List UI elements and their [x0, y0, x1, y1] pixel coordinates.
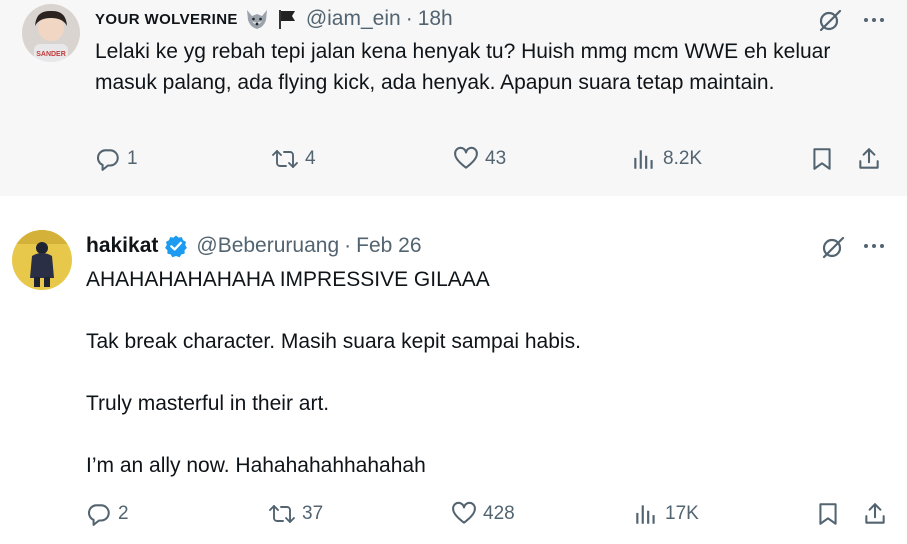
- repost-icon: [272, 150, 298, 168]
- repost-button[interactable]: 37: [268, 501, 323, 527]
- reply-icon: [96, 149, 119, 171]
- repost-count: 37: [302, 503, 324, 524]
- svg-text:SANDER: SANDER: [36, 51, 66, 58]
- views-icon: [634, 150, 653, 169]
- bookmark-icon: [819, 503, 837, 525]
- tweet-paragraph: Truly masterful in their art.: [86, 392, 330, 415]
- tweet-header: YOUR WOLVERINE @iam_ein · 18h: [95, 5, 453, 33]
- views-button[interactable]: 8.2K: [631, 146, 702, 172]
- repost-icon: [269, 505, 295, 523]
- tweet-paragraph: AHAHAHAHAHAHA IMPRESSIVE GILAAA: [86, 268, 490, 291]
- like-button[interactable]: 428: [451, 501, 515, 527]
- views-count: 17K: [665, 503, 699, 524]
- grok-icon[interactable]: [820, 234, 846, 265]
- like-count: 43: [485, 148, 507, 169]
- views-button[interactable]: 17K: [633, 501, 699, 527]
- action-bar: 1 4 43 8.2K: [0, 146, 907, 176]
- action-bar: 2 37 428 17K: [0, 501, 907, 531]
- avatar-hakikat[interactable]: [12, 230, 72, 290]
- reply-icon: [87, 504, 110, 526]
- display-name[interactable]: hakikat: [86, 234, 158, 258]
- timestamp[interactable]: Feb 26: [356, 234, 421, 258]
- share-button[interactable]: [862, 501, 888, 527]
- handle[interactable]: @Beberuruang: [196, 234, 339, 258]
- share-icon: [865, 503, 885, 524]
- avatar-your-wolverine[interactable]: SANDER: [22, 4, 80, 62]
- wolf-emoji-icon: [244, 8, 270, 30]
- separator-dot: ·: [344, 234, 352, 257]
- share-icon: [859, 148, 879, 169]
- tweet-1[interactable]: SANDER YOUR WOLVERINE @iam_ein · 18h Lel…: [0, 0, 907, 196]
- bookmark-icon: [813, 148, 831, 170]
- like-button[interactable]: 43: [453, 146, 506, 172]
- grok-icon[interactable]: [817, 7, 843, 38]
- tweet-paragraph: I’m an ally now. Hahahahahhahahah: [86, 454, 426, 477]
- bookmark-button[interactable]: [816, 501, 840, 527]
- display-name[interactable]: YOUR WOLVERINE: [95, 11, 238, 28]
- tweet-text: Lelaki ke yg rebah tepi jalan kena henya…: [95, 40, 831, 94]
- tweet-paragraph: Tak break character. Masih suara kepit s…: [86, 330, 581, 353]
- more-icon[interactable]: [864, 18, 884, 22]
- black-flag-emoji-icon: [276, 8, 298, 30]
- repost-button[interactable]: 4: [271, 146, 316, 172]
- tweet-text: AHAHAHAHAHAHA IMPRESSIVE GILAAA Tak brea…: [86, 264, 846, 481]
- separator-dot: ·: [405, 7, 413, 30]
- verified-badge-icon: [164, 234, 188, 258]
- reply-count: 2: [118, 503, 129, 524]
- tweet-2[interactable]: hakikat @Beberuruang · Feb 26 AHAHAHAHAH…: [0, 196, 907, 544]
- timestamp[interactable]: 18h: [418, 7, 453, 31]
- share-button[interactable]: [856, 146, 882, 172]
- repost-count: 4: [305, 148, 316, 169]
- reply-button[interactable]: 1: [95, 146, 138, 172]
- views-count: 8.2K: [663, 148, 703, 169]
- like-icon: [454, 146, 478, 169]
- bookmark-button[interactable]: [810, 146, 834, 172]
- views-icon: [636, 505, 655, 524]
- like-icon: [452, 501, 476, 524]
- handle[interactable]: @iam_ein: [306, 7, 401, 31]
- reply-button[interactable]: 2: [86, 501, 129, 527]
- more-icon[interactable]: [864, 244, 884, 248]
- reply-count: 1: [127, 148, 138, 169]
- like-count: 428: [483, 503, 515, 524]
- tweet-header: hakikat @Beberuruang · Feb 26: [86, 232, 422, 260]
